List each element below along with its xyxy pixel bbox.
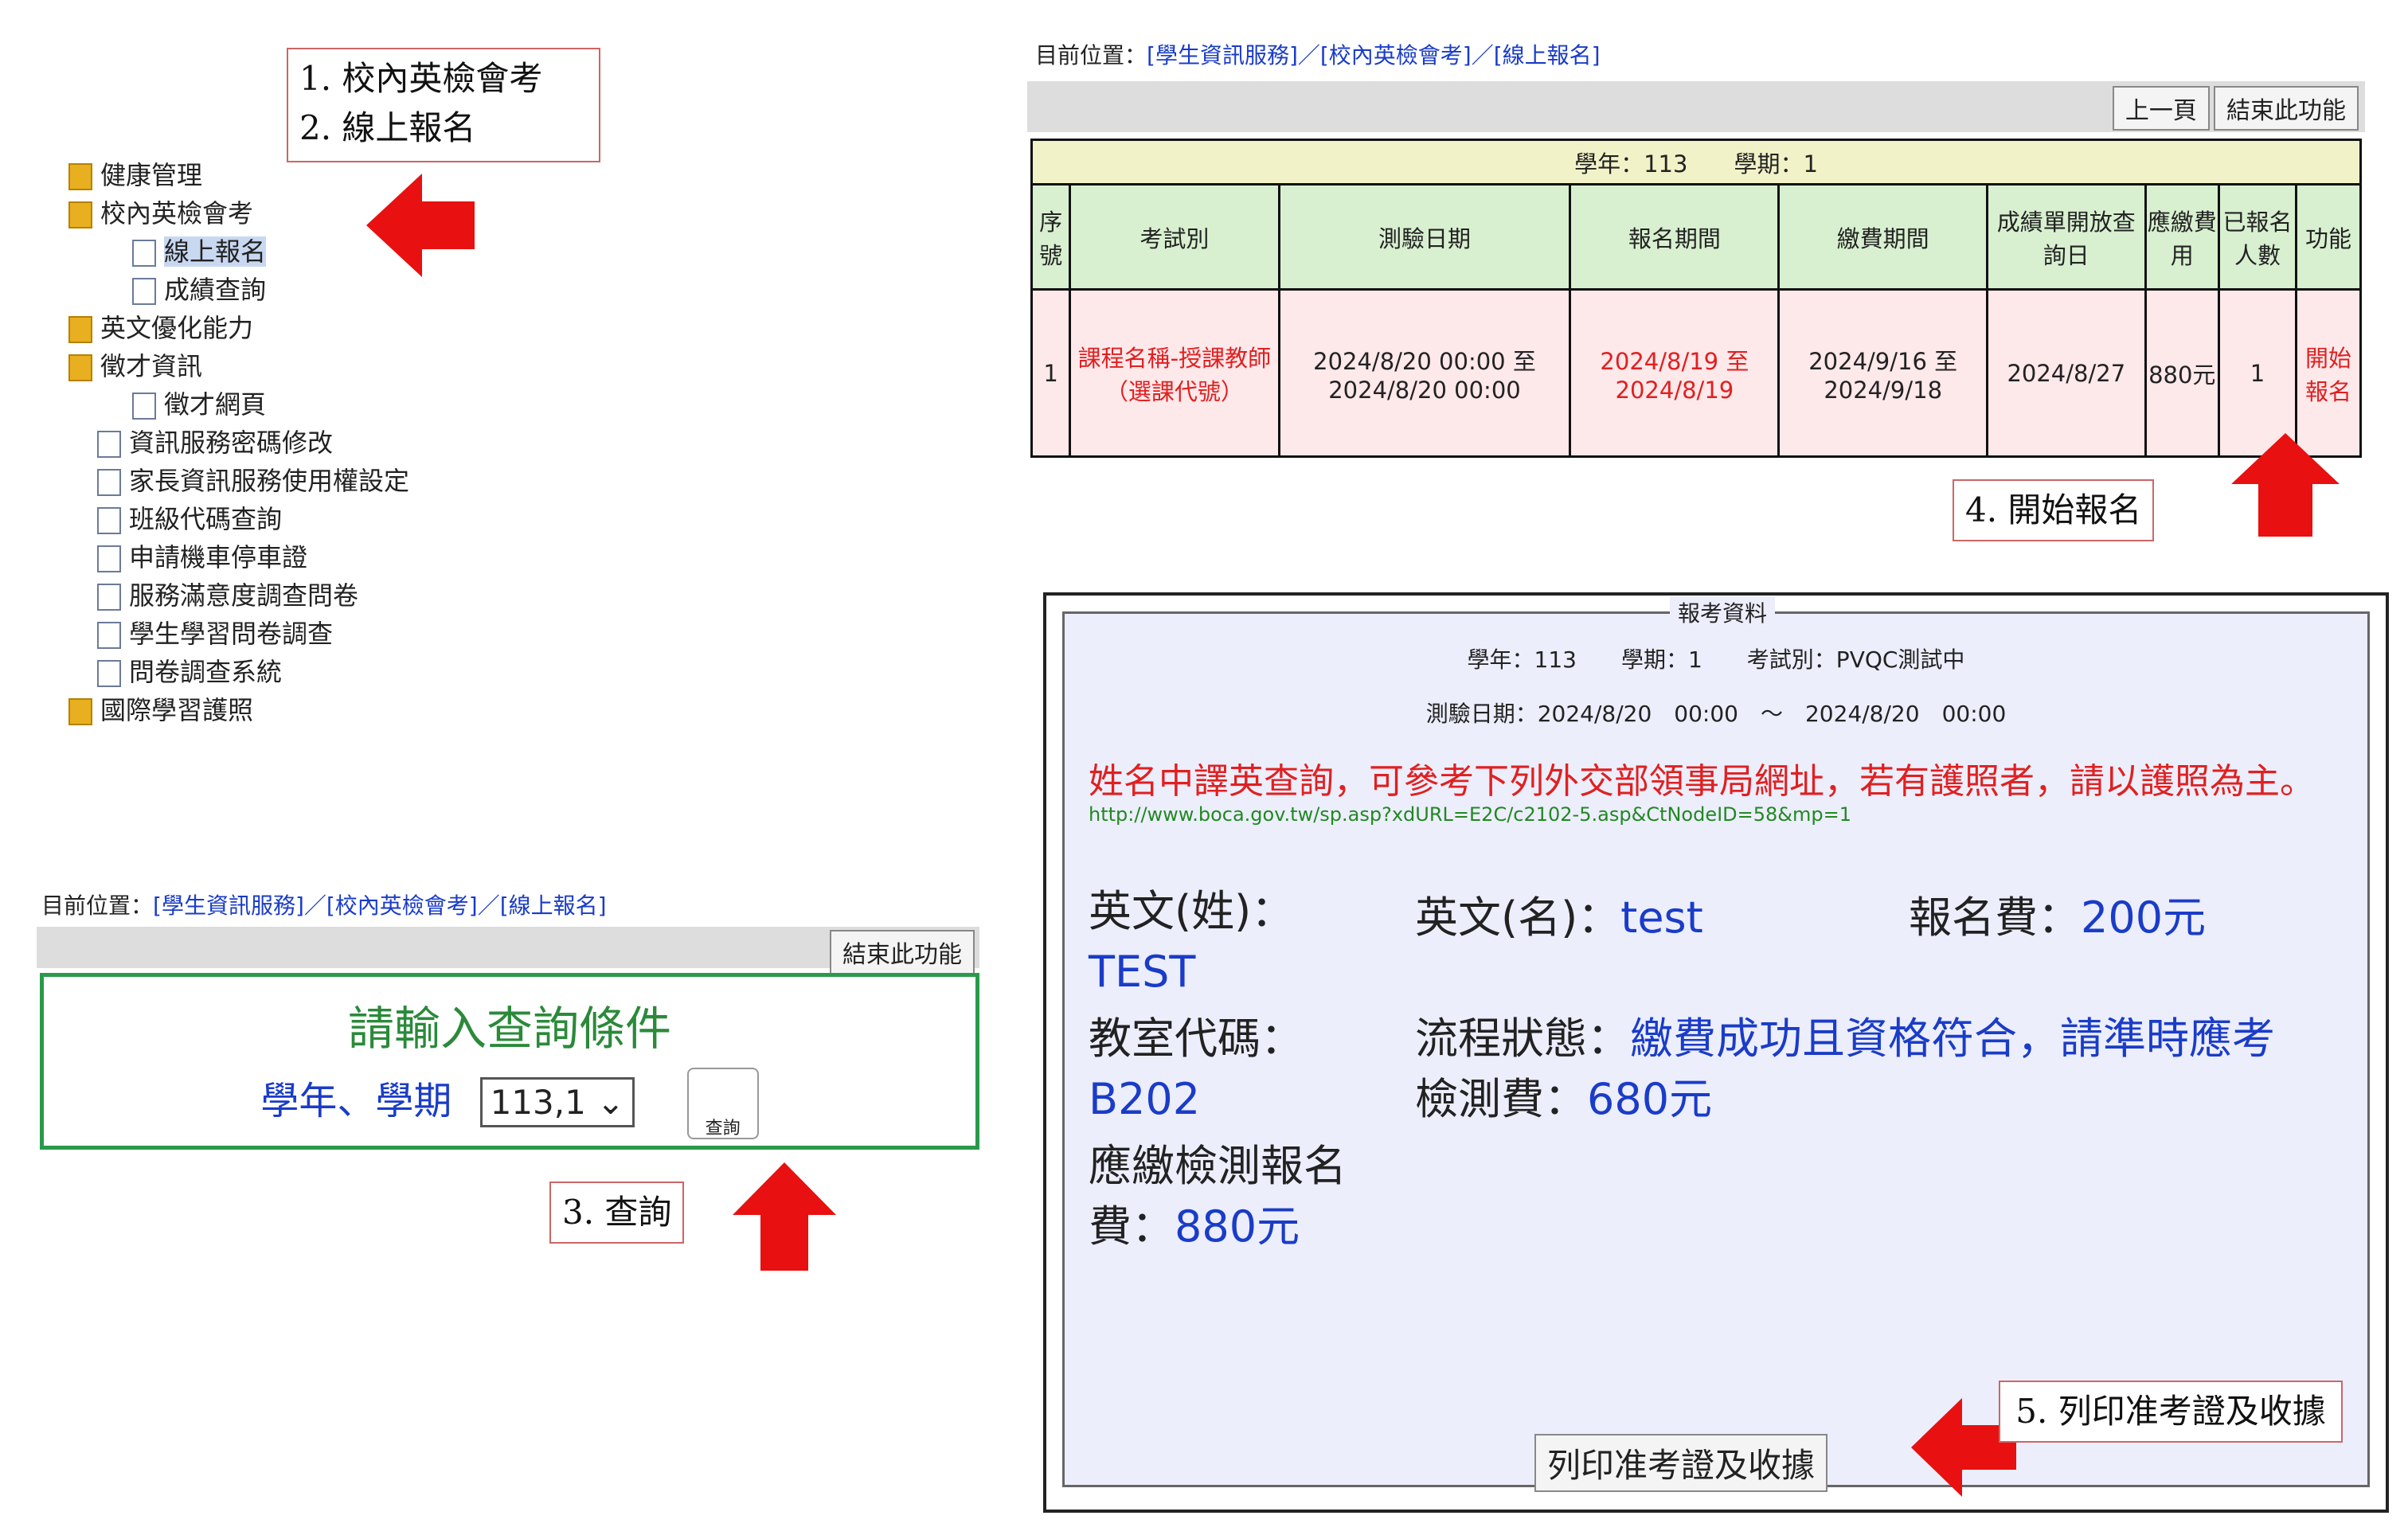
notice: 姓名中譯英查詢，可參考下列外交部領事局網址，若有護照者，請以護照為主。	[1089, 761, 2315, 802]
tree-item[interactable]: 英文優化能力	[68, 309, 409, 347]
th: 功能	[2295, 183, 2362, 291]
th: 考試別	[1069, 183, 1280, 291]
tree-item[interactable]: 申請機車停車證	[68, 538, 409, 576]
search-icon[interactable]: 查詢	[686, 1068, 759, 1139]
tree-item[interactable]: 健康管理	[68, 156, 409, 194]
end-function-button[interactable]: 結束此功能	[2214, 86, 2359, 131]
print-button[interactable]: 列印准考證及收據	[1534, 1434, 1828, 1492]
term-select[interactable]: 113,1 ⌄	[479, 1077, 635, 1127]
info-line: 學年：113 學期：1 考試別：PVQC測試中	[1467, 646, 1965, 673]
callout-step-3: 3. 查詢	[549, 1182, 685, 1244]
table-row: 1 課程名稱-授課教師（選課代號） 2024/8/20 00:00 至 2024/8…	[1030, 288, 2362, 458]
td: 2024/8/27	[1986, 288, 2147, 458]
due: 880元	[1175, 1201, 1300, 1252]
boca-link[interactable]: http://www.boca.gov.tw/sp.asp?xdURL=E2C/…	[1089, 803, 2344, 826]
tree-item[interactable]: 家長資訊服務使用權設定	[68, 462, 409, 500]
prev-page-button[interactable]: 上一頁	[2112, 86, 2210, 131]
lbl: 英文(姓)：	[1089, 886, 1295, 936]
th: 繳費期間	[1777, 183, 1989, 291]
tree-item[interactable]: 資訊服務密碼修改	[68, 424, 409, 462]
callout-step-1-2: 1. 校內英檢會考 2. 線上報名	[287, 48, 600, 162]
tree-item[interactable]: 班級代碼查詢	[68, 500, 409, 538]
exam-table: 學年：113 學期：1 序號 考試別 測驗日期 報名期間 繳費期間 成績單開放查詢日 應繳費…	[1030, 139, 2362, 458]
red-arrow-up-icon	[2231, 433, 2340, 537]
room: B202	[1089, 1074, 1201, 1124]
end-function-button[interactable]: 結束此功能	[830, 930, 975, 975]
lbl: 報名費：	[1909, 892, 2081, 943]
red-arrow-up-icon	[733, 1162, 836, 1271]
info-line: 測驗日期：2024/8/20 00:00 ～ 2024/8/20 00:00	[1425, 701, 2007, 727]
th: 成績單開放查詢日	[1986, 183, 2147, 291]
tree-item[interactable]: 國際學習護照	[68, 691, 409, 729]
th: 測驗日期	[1277, 183, 1572, 291]
fee: 200元	[2081, 892, 2207, 943]
tree-item[interactable]: 徵才資訊	[68, 347, 409, 385]
nav-tree: 健康管理 校內英檢會考 線上報名 成績查詢 英文優化能力 徵才資訊 徵才網頁 資…	[68, 156, 409, 729]
start-register-link[interactable]: 開始報名	[2295, 288, 2362, 458]
callout-step-5: 5. 列印准考證及收據	[1999, 1381, 2343, 1443]
tree-item[interactable]: 徵才網頁	[68, 385, 409, 424]
tree-item[interactable]: 校內英檢會考	[68, 194, 409, 232]
tree-item[interactable]: 學生學習問卷調查	[68, 615, 409, 653]
surname: TEST	[1089, 947, 1196, 997]
td: 880元	[2144, 288, 2220, 458]
th: 已報名人數	[2217, 183, 2298, 291]
legend: 報考資料	[1670, 596, 1776, 628]
td: 2024/8/19 至 2024/8/19	[1569, 288, 1781, 458]
th: 報名期間	[1569, 183, 1781, 291]
lbl: 英文(名)：	[1415, 892, 1621, 943]
status: 繳費成功且資格符合，請準時應考	[1630, 1014, 2275, 1064]
td: 1	[2217, 288, 2298, 458]
given: test	[1620, 892, 1703, 943]
query-panel: 請輸入查詢條件 學年、學期 113,1 ⌄ 查詢	[40, 973, 979, 1150]
tree-item[interactable]: 問卷調查系統	[68, 653, 409, 691]
tree-item[interactable]: 服務滿意度調查問卷	[68, 576, 409, 615]
tree-item-selected[interactable]: 線上報名	[68, 232, 409, 271]
td: 課程名稱-授課教師（選課代號）	[1069, 288, 1280, 458]
table-caption: 學年：113 學期：1	[1030, 139, 2362, 186]
td: 1	[1030, 288, 1072, 458]
th: 應繳費用	[2144, 183, 2220, 291]
exam-form: 報考資料 學年：113 學期：1 考試別：PVQC測試中 測驗日期：2024/8…	[1043, 592, 2389, 1513]
query-title: 請輸入查詢條件	[347, 1002, 671, 1056]
term-label: 學年、學期	[260, 1079, 452, 1123]
td: 2024/8/20 00:00 至 2024/8/20 00:00	[1277, 288, 1572, 458]
lbl: 檢測費：	[1415, 1074, 1587, 1124]
lbl: 教室代碼：	[1089, 1014, 1304, 1064]
th: 序號	[1030, 183, 1072, 291]
td: 2024/9/16 至 2024/9/18	[1777, 288, 1989, 458]
breadcrumb: 目前位置：[學生資訊服務]／[校內英檢會考]／[線上報名]	[1035, 42, 1601, 68]
tree-item[interactable]: 成績查詢	[68, 271, 409, 309]
breadcrumb: 目前位置：[學生資訊服務]／[校內英檢會考]／[線上報名]	[41, 892, 607, 919]
callout-step-4: 4. 開始報名	[1953, 479, 2155, 541]
lbl: 流程狀態：	[1415, 1014, 1630, 1064]
test-fee: 680元	[1587, 1074, 1713, 1124]
